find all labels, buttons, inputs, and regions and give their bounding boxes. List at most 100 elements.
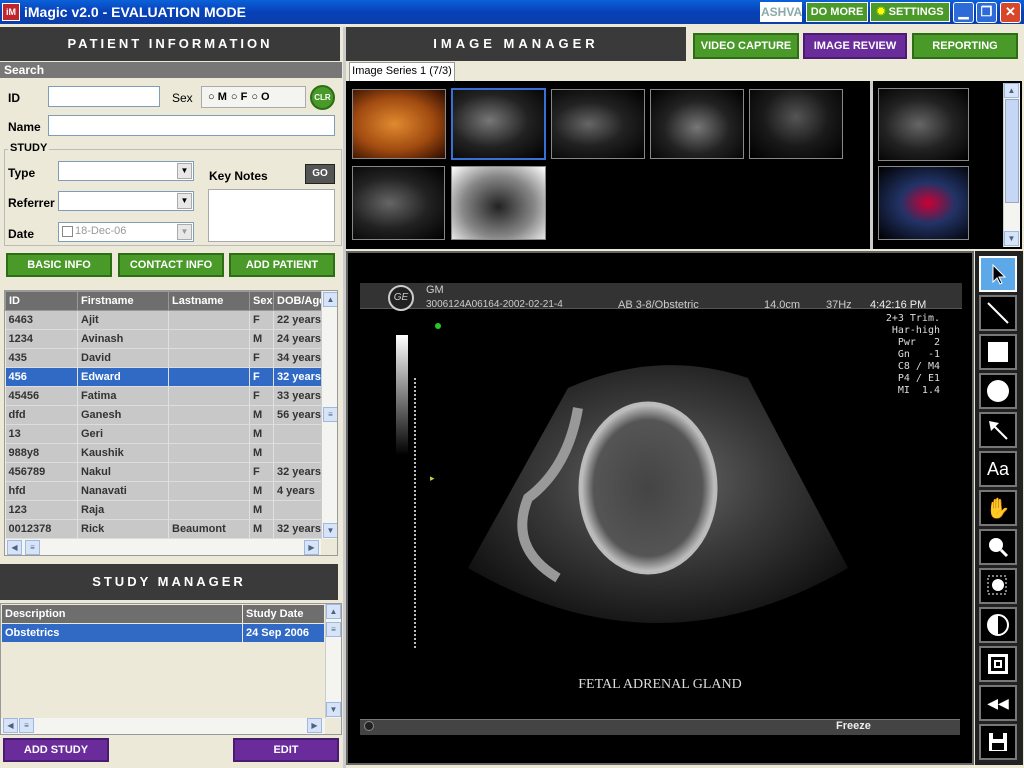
- referrer-select[interactable]: ▼: [58, 191, 194, 211]
- table-row[interactable]: 123 Raja M: [5, 500, 322, 520]
- contrast-icon[interactable]: [979, 607, 1017, 643]
- thumbnail-series-2[interactable]: [878, 88, 969, 161]
- table-row[interactable]: 0012378 Rick Beaumont M 32 years: [5, 519, 322, 539]
- scroll-right-icon[interactable]: ▶: [304, 540, 319, 555]
- study-col-description[interactable]: Description: [2, 605, 242, 623]
- patient-table-vscroll[interactable]: ▲ ≡ ▼: [321, 291, 337, 539]
- scroll-down-icon[interactable]: ▼: [326, 702, 341, 717]
- image-viewer[interactable]: GE GM 3006124A06164-2002-02-21-4 AB 3-8/…: [346, 251, 974, 765]
- select-arrow-icon[interactable]: [979, 256, 1017, 292]
- column-header[interactable]: ID: [5, 291, 78, 311]
- scroll-right-icon[interactable]: ▶: [307, 718, 322, 733]
- study-row-date[interactable]: 24 Sep 2006: [243, 624, 324, 642]
- scroll-up-icon[interactable]: ▲: [326, 604, 341, 619]
- table-row[interactable]: dfd Ganesh M 56 years: [5, 405, 322, 425]
- add-patient-button[interactable]: ADD PATIENT: [229, 253, 335, 277]
- thumbnail-ultrasound[interactable]: [749, 89, 843, 159]
- column-header[interactable]: Lastname: [168, 291, 250, 311]
- rectangle-icon[interactable]: [979, 334, 1017, 370]
- fit-window-icon[interactable]: [979, 646, 1017, 682]
- scan-parameter: Pwr 2: [897, 337, 940, 348]
- scroll-thumb[interactable]: ≡: [25, 540, 40, 555]
- table-row[interactable]: 1234 Avinash M 24 years: [5, 329, 322, 349]
- table-row[interactable]: 435 David F 34 years: [5, 348, 322, 368]
- column-header[interactable]: DOB/Age: [273, 291, 322, 311]
- scroll-up-icon[interactable]: ▲: [323, 292, 337, 307]
- table-row[interactable]: 6463 Ajit F 22 years: [5, 310, 322, 330]
- table-row[interactable]: 988y8 Kaushik M: [5, 443, 322, 463]
- date-checkbox[interactable]: [62, 226, 73, 237]
- app-logo-icon: iM: [2, 3, 20, 21]
- sex-m-radio[interactable]: ○ M: [208, 91, 227, 103]
- do-more-button[interactable]: DO MORE: [806, 2, 868, 22]
- sex-o-radio[interactable]: ○ O: [251, 91, 269, 103]
- thumbnail-ultrasound[interactable]: [551, 89, 645, 159]
- table-cell: Nakul: [77, 462, 169, 482]
- date-picker[interactable]: 18-Dec-06 ▼: [58, 222, 194, 242]
- scroll-thumb[interactable]: ≡: [19, 718, 34, 733]
- save-icon[interactable]: [979, 724, 1017, 760]
- scroll-thumb[interactable]: ≡: [326, 622, 341, 637]
- study-table-vscroll[interactable]: ▲ ≡ ▼: [325, 604, 341, 718]
- table-row[interactable]: 456 Edward F 32 years: [5, 367, 322, 387]
- thumbnail-ultrasound[interactable]: [352, 166, 445, 240]
- edit-study-button[interactable]: EDIT: [233, 738, 339, 762]
- undo-icon[interactable]: ◀◀: [979, 685, 1017, 721]
- scroll-left-icon[interactable]: ◀: [7, 540, 22, 555]
- scroll-down-icon[interactable]: ▼: [1004, 231, 1019, 246]
- column-header[interactable]: Sex: [249, 291, 274, 311]
- thumbnail-3d-render[interactable]: [352, 89, 446, 159]
- contact-info-button[interactable]: CONTACT INFO: [118, 253, 224, 277]
- table-row[interactable]: 13 Geri M: [5, 424, 322, 444]
- tab-video-capture[interactable]: VIDEO CAPTURE: [693, 33, 799, 59]
- id-input[interactable]: [48, 86, 160, 107]
- table-row[interactable]: hfd Nanavati M 4 years: [5, 481, 322, 501]
- scroll-thumb[interactable]: ≡: [323, 407, 337, 422]
- magnifier-region-icon[interactable]: [979, 568, 1017, 604]
- column-header[interactable]: Firstname: [77, 291, 169, 311]
- thumbnail-ultrasound-inverted[interactable]: [451, 166, 546, 240]
- basic-info-button[interactable]: BASIC INFO: [6, 253, 112, 277]
- key-notes-textarea[interactable]: [208, 189, 335, 242]
- study-row-description[interactable]: Obstetrics: [2, 624, 242, 642]
- scroll-thumb[interactable]: [1005, 99, 1019, 203]
- ellipse-icon[interactable]: [979, 373, 1017, 409]
- table-cell: hfd: [5, 481, 78, 501]
- minimize-button[interactable]: ▁: [953, 2, 974, 23]
- ultrasound-image: [468, 365, 848, 623]
- study-col-date[interactable]: Study Date: [243, 605, 324, 623]
- table-cell: F: [249, 386, 274, 406]
- maximize-button[interactable]: ❐: [976, 2, 997, 23]
- thumbnail-vscroll[interactable]: ▲ ▼: [1003, 83, 1020, 247]
- add-study-button[interactable]: ADD STUDY: [3, 738, 109, 762]
- scroll-down-icon[interactable]: ▼: [323, 523, 337, 538]
- text-icon[interactable]: Aa: [979, 451, 1017, 487]
- tab-image-series[interactable]: Image Series 1 (7/3): [349, 62, 455, 81]
- thumbnail-ultrasound-selected[interactable]: [451, 88, 546, 160]
- patient-table-hscroll[interactable]: ◀ ≡ ▶: [5, 539, 321, 555]
- name-label: Name: [8, 120, 41, 134]
- table-row[interactable]: 45456 Fatima F 33 years: [5, 386, 322, 406]
- pan-hand-icon[interactable]: ✋: [979, 490, 1017, 526]
- table-row[interactable]: 456789 Nakul F 32 years: [5, 462, 322, 482]
- clear-button[interactable]: CLR: [310, 85, 335, 110]
- go-button[interactable]: GO: [305, 164, 335, 184]
- line-icon[interactable]: [979, 295, 1017, 331]
- arrow-annotation-icon[interactable]: [979, 412, 1017, 448]
- name-input[interactable]: [48, 115, 335, 136]
- close-button[interactable]: ✕: [1000, 2, 1021, 23]
- tab-reporting[interactable]: REPORTING: [912, 33, 1018, 59]
- patient-info-header: PATIENT INFORMATION: [0, 27, 340, 61]
- study-table-hscroll[interactable]: ◀ ≡ ▶: [1, 718, 325, 734]
- settings-button[interactable]: ✹ SETTINGS: [870, 2, 950, 22]
- scroll-up-icon[interactable]: ▲: [1004, 83, 1019, 98]
- freeze-label: Freeze: [836, 720, 871, 732]
- sex-f-radio[interactable]: ○ F: [231, 91, 247, 103]
- ashva-logo[interactable]: ASHVA: [760, 2, 802, 22]
- type-select[interactable]: ▼: [58, 161, 194, 181]
- scroll-left-icon[interactable]: ◀: [3, 718, 18, 733]
- tab-image-review[interactable]: IMAGE REVIEW: [803, 33, 907, 59]
- thumbnail-doppler[interactable]: [878, 166, 969, 240]
- zoom-icon[interactable]: [979, 529, 1017, 565]
- thumbnail-ultrasound[interactable]: [650, 89, 744, 159]
